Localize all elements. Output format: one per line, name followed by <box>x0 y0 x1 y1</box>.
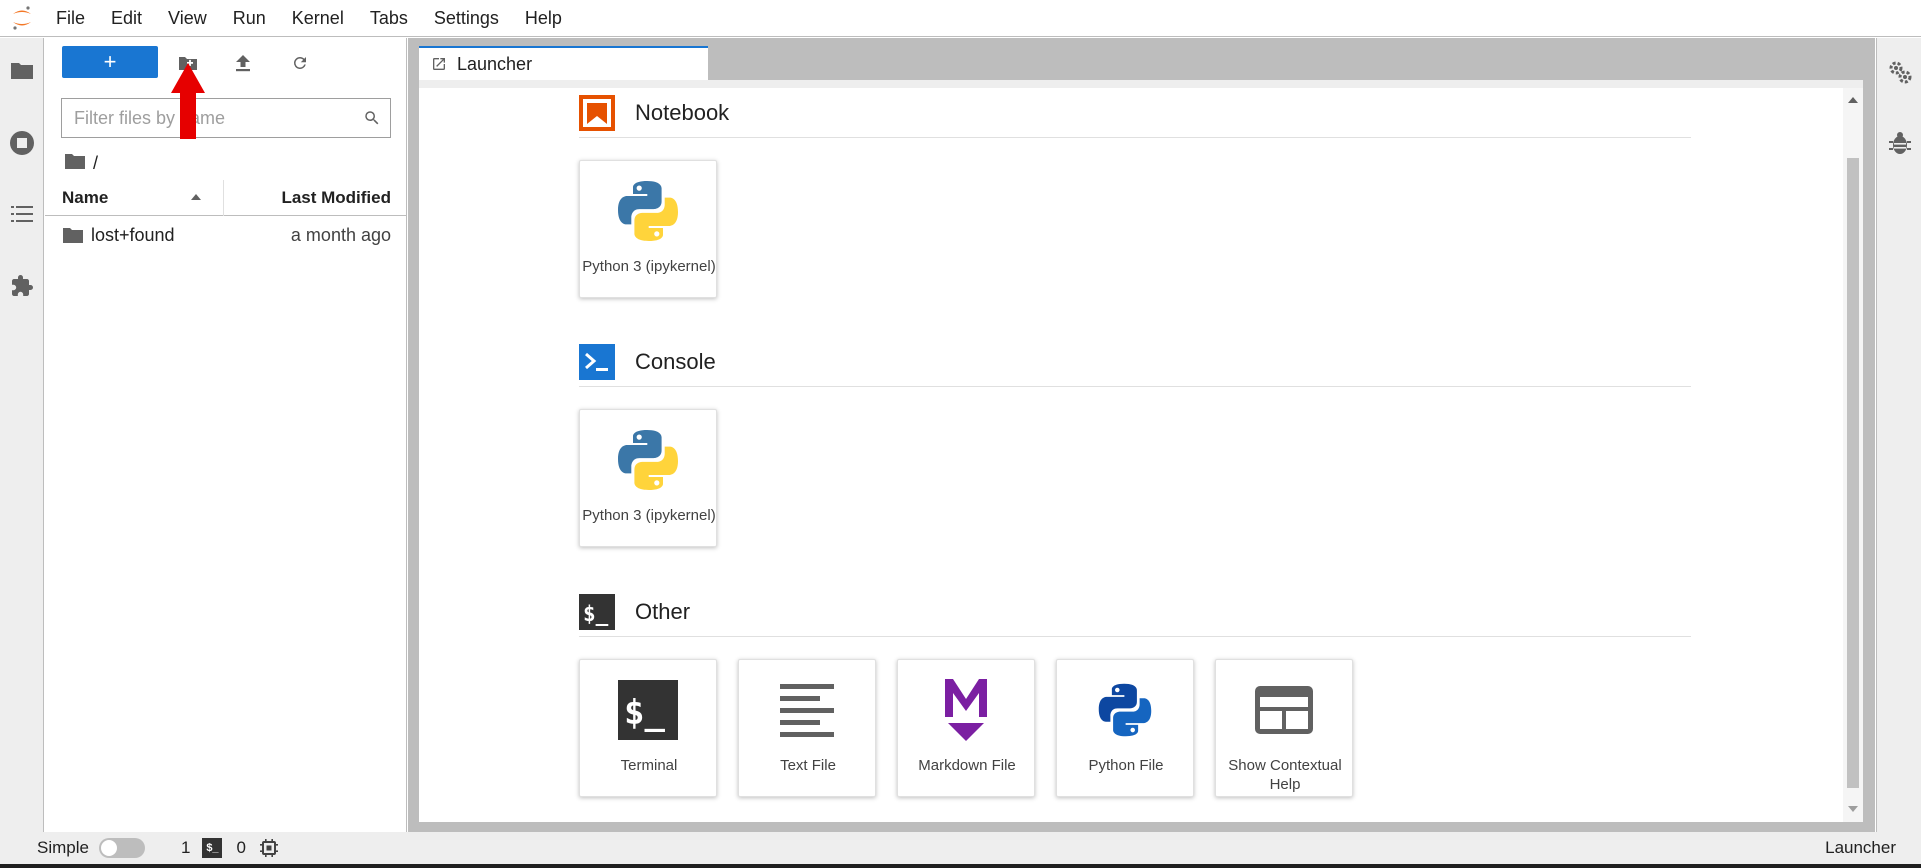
card-label: Show Contextual Help <box>1228 757 1342 793</box>
file-browser-toolbar: + <box>45 46 407 80</box>
file-list-header: Name Last Modified <box>45 180 407 216</box>
tab-launcher[interactable]: Launcher <box>419 46 708 80</box>
menubar: File Edit View Run Kernel Tabs Settings … <box>0 0 1921 37</box>
python-logo-icon <box>614 177 682 245</box>
section-other-header: $_ Other <box>579 587 1691 637</box>
file-modified: a month ago <box>290 224 391 245</box>
status-current-activity: Launcher <box>1825 838 1896 857</box>
running-icon[interactable] <box>0 123 44 163</box>
launcher-card-terminal[interactable]: $_ Terminal <box>579 659 717 797</box>
breadcrumb-root[interactable]: / <box>93 153 98 174</box>
launcher-card-notebook-python3[interactable]: Python 3 (ipykernel) <box>579 160 717 298</box>
folder-icon <box>63 227 83 243</box>
breadcrumb-home-folder-icon[interactable] <box>65 153 85 174</box>
text-file-icon <box>773 676 841 744</box>
launcher-card-console-python3[interactable]: Python 3 (ipykernel) <box>579 409 717 547</box>
jupyter-logo-icon <box>0 0 44 37</box>
terminal-status-icon[interactable]: $_ <box>202 838 223 858</box>
launcher-panel: Notebook Python 3 (ipykernel) Console Py… <box>419 80 1863 822</box>
section-console-header: Console <box>579 337 1691 387</box>
file-browser-panel: + / Name <box>45 38 407 832</box>
property-inspector-gears-icon[interactable] <box>1877 52 1921 92</box>
status-bar: Simple 1 $_ 0 Launcher <box>0 832 1921 864</box>
file-filter-input[interactable] <box>62 100 354 136</box>
scroll-up-icon[interactable] <box>1848 97 1858 103</box>
launcher-card-markdown-file[interactable]: Markdown File <box>897 659 1035 797</box>
section-console-title: Console <box>635 348 716 374</box>
section-notebook-title: Notebook <box>635 99 730 125</box>
kernel-chip-icon[interactable] <box>259 839 278 857</box>
search-icon <box>354 100 390 136</box>
svg-text:$_: $_ <box>583 602 609 626</box>
menu-kernel[interactable]: Kernel <box>279 0 357 37</box>
debugger-bug-icon[interactable] <box>1877 123 1921 163</box>
python-logo-icon <box>614 426 682 494</box>
launcher-scrollbar[interactable] <box>1843 88 1863 822</box>
menu-edit[interactable]: Edit <box>98 0 155 37</box>
card-label: Markdown File <box>918 757 1016 774</box>
menu-tabs[interactable]: Tabs <box>357 0 421 37</box>
contextual-help-icon <box>1250 676 1318 744</box>
simple-mode-label: Simple <box>37 838 89 857</box>
terminal-section-icon: $_ <box>579 593 615 630</box>
notebook-icon <box>579 94 615 131</box>
left-sidebar <box>0 38 44 832</box>
card-label: Terminal <box>620 757 678 774</box>
terminal-count[interactable]: 1 <box>181 838 190 858</box>
menu-file[interactable]: File <box>44 0 98 37</box>
file-filter-box <box>61 98 391 138</box>
card-label: Python File <box>1088 757 1164 774</box>
simple-mode-toggle[interactable] <box>98 838 145 858</box>
column-name-label: Name <box>62 188 109 207</box>
file-name: lost+found <box>91 224 175 245</box>
card-label: Python 3 (ipykernel) <box>582 258 716 275</box>
launcher-tab-icon <box>431 56 449 72</box>
extension-icon[interactable] <box>0 266 44 306</box>
upload-icon[interactable] <box>230 50 256 76</box>
sort-ascending-icon <box>191 194 201 200</box>
scrollbar-thumb[interactable] <box>1847 158 1859 788</box>
right-sidebar <box>1876 38 1921 832</box>
card-label: Python 3 (ipykernel) <box>582 507 716 524</box>
python-file-icon <box>1091 676 1159 744</box>
main-dock-area: Launcher Notebook Python 3 (ipykernel) C… <box>408 38 1875 832</box>
tab-bar: Launcher <box>408 38 1875 80</box>
menu-view[interactable]: View <box>155 0 220 37</box>
menu-help[interactable]: Help <box>512 0 575 37</box>
file-list-item[interactable]: lost+found a month ago <box>45 218 407 252</box>
annotation-arrow-icon <box>171 63 205 139</box>
new-launcher-button[interactable]: + <box>62 46 158 78</box>
card-label: Text File <box>780 757 836 774</box>
menu-settings[interactable]: Settings <box>421 0 512 37</box>
toc-icon[interactable] <box>0 194 44 234</box>
menu-run[interactable]: Run <box>220 0 279 37</box>
markdown-icon <box>932 676 1000 744</box>
section-notebook-header: Notebook <box>579 88 1691 138</box>
scroll-down-icon[interactable] <box>1848 806 1858 812</box>
svg-text:$_: $_ <box>624 693 665 733</box>
jupyterlab-app: File Edit View Run Kernel Tabs Settings … <box>0 0 1921 868</box>
folder-icon[interactable] <box>0 50 44 90</box>
toggle-knob <box>100 840 117 856</box>
column-modified-header[interactable]: Last Modified <box>224 180 407 216</box>
column-name-header[interactable]: Name <box>45 180 224 216</box>
kernel-count[interactable]: 0 <box>236 838 245 858</box>
launcher-card-contextual-help[interactable]: Show Contextual Help <box>1215 659 1353 797</box>
launcher-card-python-file[interactable]: Python File <box>1056 659 1194 797</box>
bottom-strip <box>0 864 1921 868</box>
console-icon <box>579 343 615 380</box>
launcher-card-text-file[interactable]: Text File <box>738 659 876 797</box>
section-other-title: Other <box>635 598 691 624</box>
column-modified-label: Last Modified <box>281 188 391 207</box>
breadcrumb: / <box>65 150 98 176</box>
tab-label: Launcher <box>457 53 533 74</box>
refresh-icon[interactable] <box>287 50 313 76</box>
terminal-icon: $_ <box>614 676 682 744</box>
